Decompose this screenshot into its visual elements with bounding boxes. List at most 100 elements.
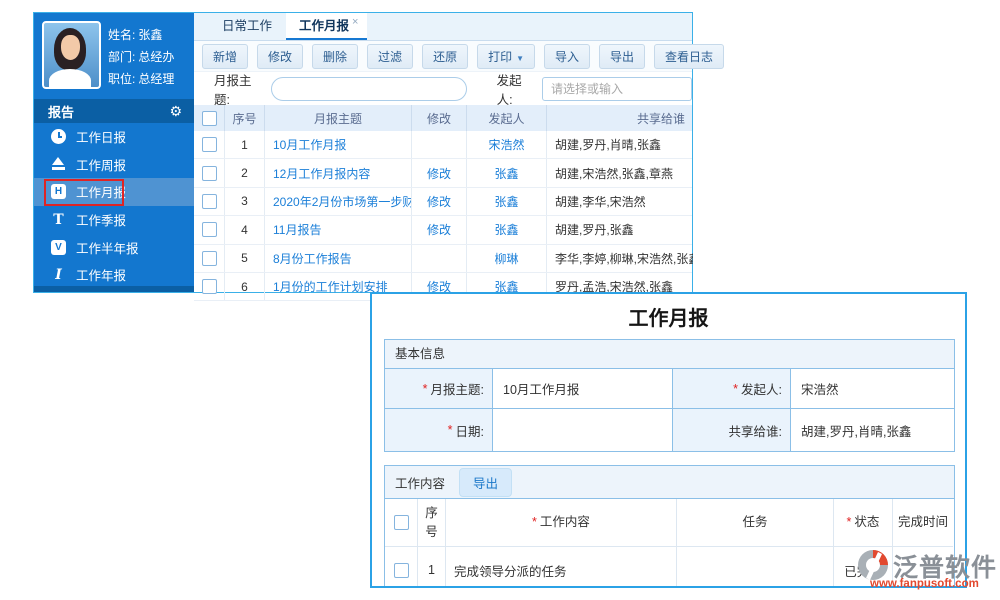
field-value-topic[interactable]: 10月工作月报 [493, 369, 673, 409]
field-label-shared: 共享给谁: [673, 409, 791, 451]
profile-pos-value: 总经理 [138, 72, 174, 86]
row-checkbox[interactable] [202, 222, 217, 237]
col-header-initiator: 发起人 [467, 105, 547, 131]
cell-no: 3 [225, 188, 265, 215]
field-label-topic: *月报主题: [385, 369, 493, 409]
table-row: 5 8月份工作报告 柳琳 李华,李婷,柳琳,宋浩然,张鑫 [194, 245, 692, 273]
filter-row: 月报主题: 发起人: [194, 72, 692, 105]
sidebar-item-monthly-report[interactable]: H 工作月报 [34, 178, 194, 206]
table-row: 4 11月报告 修改 张鑫 胡建,罗丹,张鑫 [194, 216, 692, 244]
modify-button[interactable]: 修改 [257, 44, 303, 69]
cell-no: 2 [225, 159, 265, 186]
cell-task [677, 547, 834, 588]
field-label-date: *日期: [385, 409, 493, 451]
modify-link[interactable]: 修改 [427, 221, 451, 238]
sidebar-section-title: 报告 [48, 102, 74, 121]
tab-label: 日常工作 [222, 19, 272, 33]
cell-no: 4 [225, 216, 265, 243]
profile-name-label: 姓名: [108, 28, 135, 42]
work-content-header: 工作内容 导出 [385, 466, 954, 499]
view-log-button[interactable]: 查看日志 [654, 44, 724, 69]
initiator-link[interactable]: 宋浩然 [488, 136, 524, 153]
add-button[interactable]: 新增 [202, 44, 248, 69]
sidebar-item-annual-report[interactable]: I 工作年报 [34, 261, 194, 289]
print-dropdown-button[interactable]: 打印▼ [477, 44, 535, 69]
select-all-checkbox[interactable] [394, 515, 409, 530]
initiator-link[interactable]: 柳琳 [494, 250, 518, 267]
field-value-shared[interactable]: 胡建,罗丹,肖晴,张鑫 [791, 409, 954, 451]
t-letter-icon: T [51, 212, 66, 227]
sidebar-item-halfyear-report[interactable]: V 工作半年报 [34, 233, 194, 261]
topic-link[interactable]: 2020年2月份市场第一步财务... [273, 193, 412, 210]
initiator-filter-label: 发起人: [497, 70, 536, 108]
fanpu-watermark: 泛普软件 www.fanpusoft.com [856, 545, 1000, 595]
delete-button[interactable]: 删除 [312, 44, 358, 69]
export-button[interactable]: 导出 [599, 44, 645, 69]
initiator-link[interactable]: 张鑫 [494, 193, 518, 210]
modify-link[interactable]: 修改 [427, 193, 451, 210]
dialog-export-button[interactable]: 导出 [459, 468, 512, 497]
required-asterisk: * [733, 382, 738, 396]
i-letter-icon: I [51, 267, 66, 282]
close-icon[interactable]: × [352, 16, 358, 28]
sidebar-item-label: 工作日报 [76, 127, 126, 146]
monthly-report-dialog: 工作月报 基本信息 *月报主题: 10月工作月报 *发起人: 宋浩然 *日期: … [370, 292, 967, 588]
list-table-header: 序号 月报主题 修改 发起人 共享给谁 [194, 105, 692, 131]
col-header-no: 序号 [418, 499, 446, 547]
profile-name-value: 张鑫 [138, 28, 162, 42]
import-button[interactable]: 导入 [544, 44, 590, 69]
sidebar-menu: 工作日报 工作周报 H 工作月报 T 工作季报 V 工作半年报 [34, 123, 194, 289]
col-header-shared: 共享给谁 [547, 105, 693, 131]
topic-link[interactable]: 12月工作月报内容 [273, 165, 370, 182]
required-asterisk: * [448, 423, 453, 437]
tab-daily-work[interactable]: 日常工作 [208, 13, 286, 40]
topic-link[interactable]: 10月工作月报 [273, 136, 346, 153]
restore-button[interactable]: 还原 [422, 44, 468, 69]
cell-shared: 胡建,宋浩然,张鑫,章燕 [547, 159, 693, 186]
row-checkbox[interactable] [202, 166, 217, 181]
basic-info-section: 基本信息 *月报主题: 10月工作月报 *发起人: 宋浩然 *日期: 共享给谁:… [384, 339, 955, 452]
field-value-date[interactable] [493, 409, 673, 451]
col-header-finish-time: 完成时间 [893, 499, 953, 547]
sidebar-item-daily-report[interactable]: 工作日报 [34, 123, 194, 151]
cell-no: 1 [418, 547, 446, 588]
row-checkbox[interactable] [202, 279, 217, 294]
sidebar-item-quarterly-report[interactable]: T 工作季报 [34, 206, 194, 234]
filter-button[interactable]: 过滤 [367, 44, 413, 69]
main-content: 日常工作 工作月报× 新增 修改 删除 过滤 还原 打印▼ 导入 导出 查看日志… [194, 13, 692, 292]
sidebar-item-weekly-report[interactable]: 工作周报 [34, 151, 194, 179]
topic-filter-input[interactable] [271, 77, 466, 101]
sidebar-item-label: 工作季报 [76, 210, 126, 229]
cell-shared: 李华,李婷,柳琳,宋浩然,张鑫 [547, 245, 693, 272]
col-header-content: *工作内容 [446, 499, 677, 547]
sidebar-item-label: 工作半年报 [76, 238, 139, 257]
gear-icon[interactable]: ⚙ [169, 103, 182, 120]
topic-link[interactable]: 8月份工作报告 [273, 250, 352, 267]
initiator-link[interactable]: 张鑫 [494, 165, 518, 182]
row-checkbox[interactable] [202, 137, 217, 152]
table-row: 2 12月工作月报内容 修改 张鑫 胡建,宋浩然,张鑫,章燕 [194, 159, 692, 187]
col-header-task: 任务 [677, 499, 834, 547]
select-all-checkbox[interactable] [202, 111, 217, 126]
row-checkbox[interactable] [394, 563, 409, 578]
profile-department: 部门:总经办 [108, 48, 177, 65]
profile-name: 姓名:张鑫 [108, 26, 165, 43]
eject-icon [51, 157, 66, 172]
toolbar: 新增 修改 删除 过滤 还原 打印▼ 导入 导出 查看日志 [194, 41, 692, 72]
field-value-initiator[interactable]: 宋浩然 [791, 369, 954, 409]
row-checkbox[interactable] [202, 251, 217, 266]
cell-content: 完成领导分派的任务 [446, 547, 677, 588]
sidebar-item-label: 工作周报 [76, 155, 126, 174]
table-row: 3 2020年2月份市场第一步财务... 修改 张鑫 胡建,李华,宋浩然 [194, 188, 692, 216]
tab-monthly-report[interactable]: 工作月报× [286, 13, 367, 40]
tab-bar: 日常工作 工作月报× [194, 13, 692, 41]
row-checkbox[interactable] [202, 194, 217, 209]
modify-link[interactable]: 修改 [427, 165, 451, 182]
col-header-status: *状态 [834, 499, 893, 547]
field-label-initiator: *发起人: [673, 369, 791, 409]
topic-link[interactable]: 11月报告 [273, 221, 321, 238]
initiator-filter-input[interactable] [542, 77, 692, 101]
initiator-link[interactable]: 张鑫 [494, 221, 518, 238]
required-asterisk: * [847, 513, 852, 531]
sidebar: 姓名:张鑫 部门:总经办 职位:总经理 报告 ⚙ 工作日报 [34, 13, 194, 292]
